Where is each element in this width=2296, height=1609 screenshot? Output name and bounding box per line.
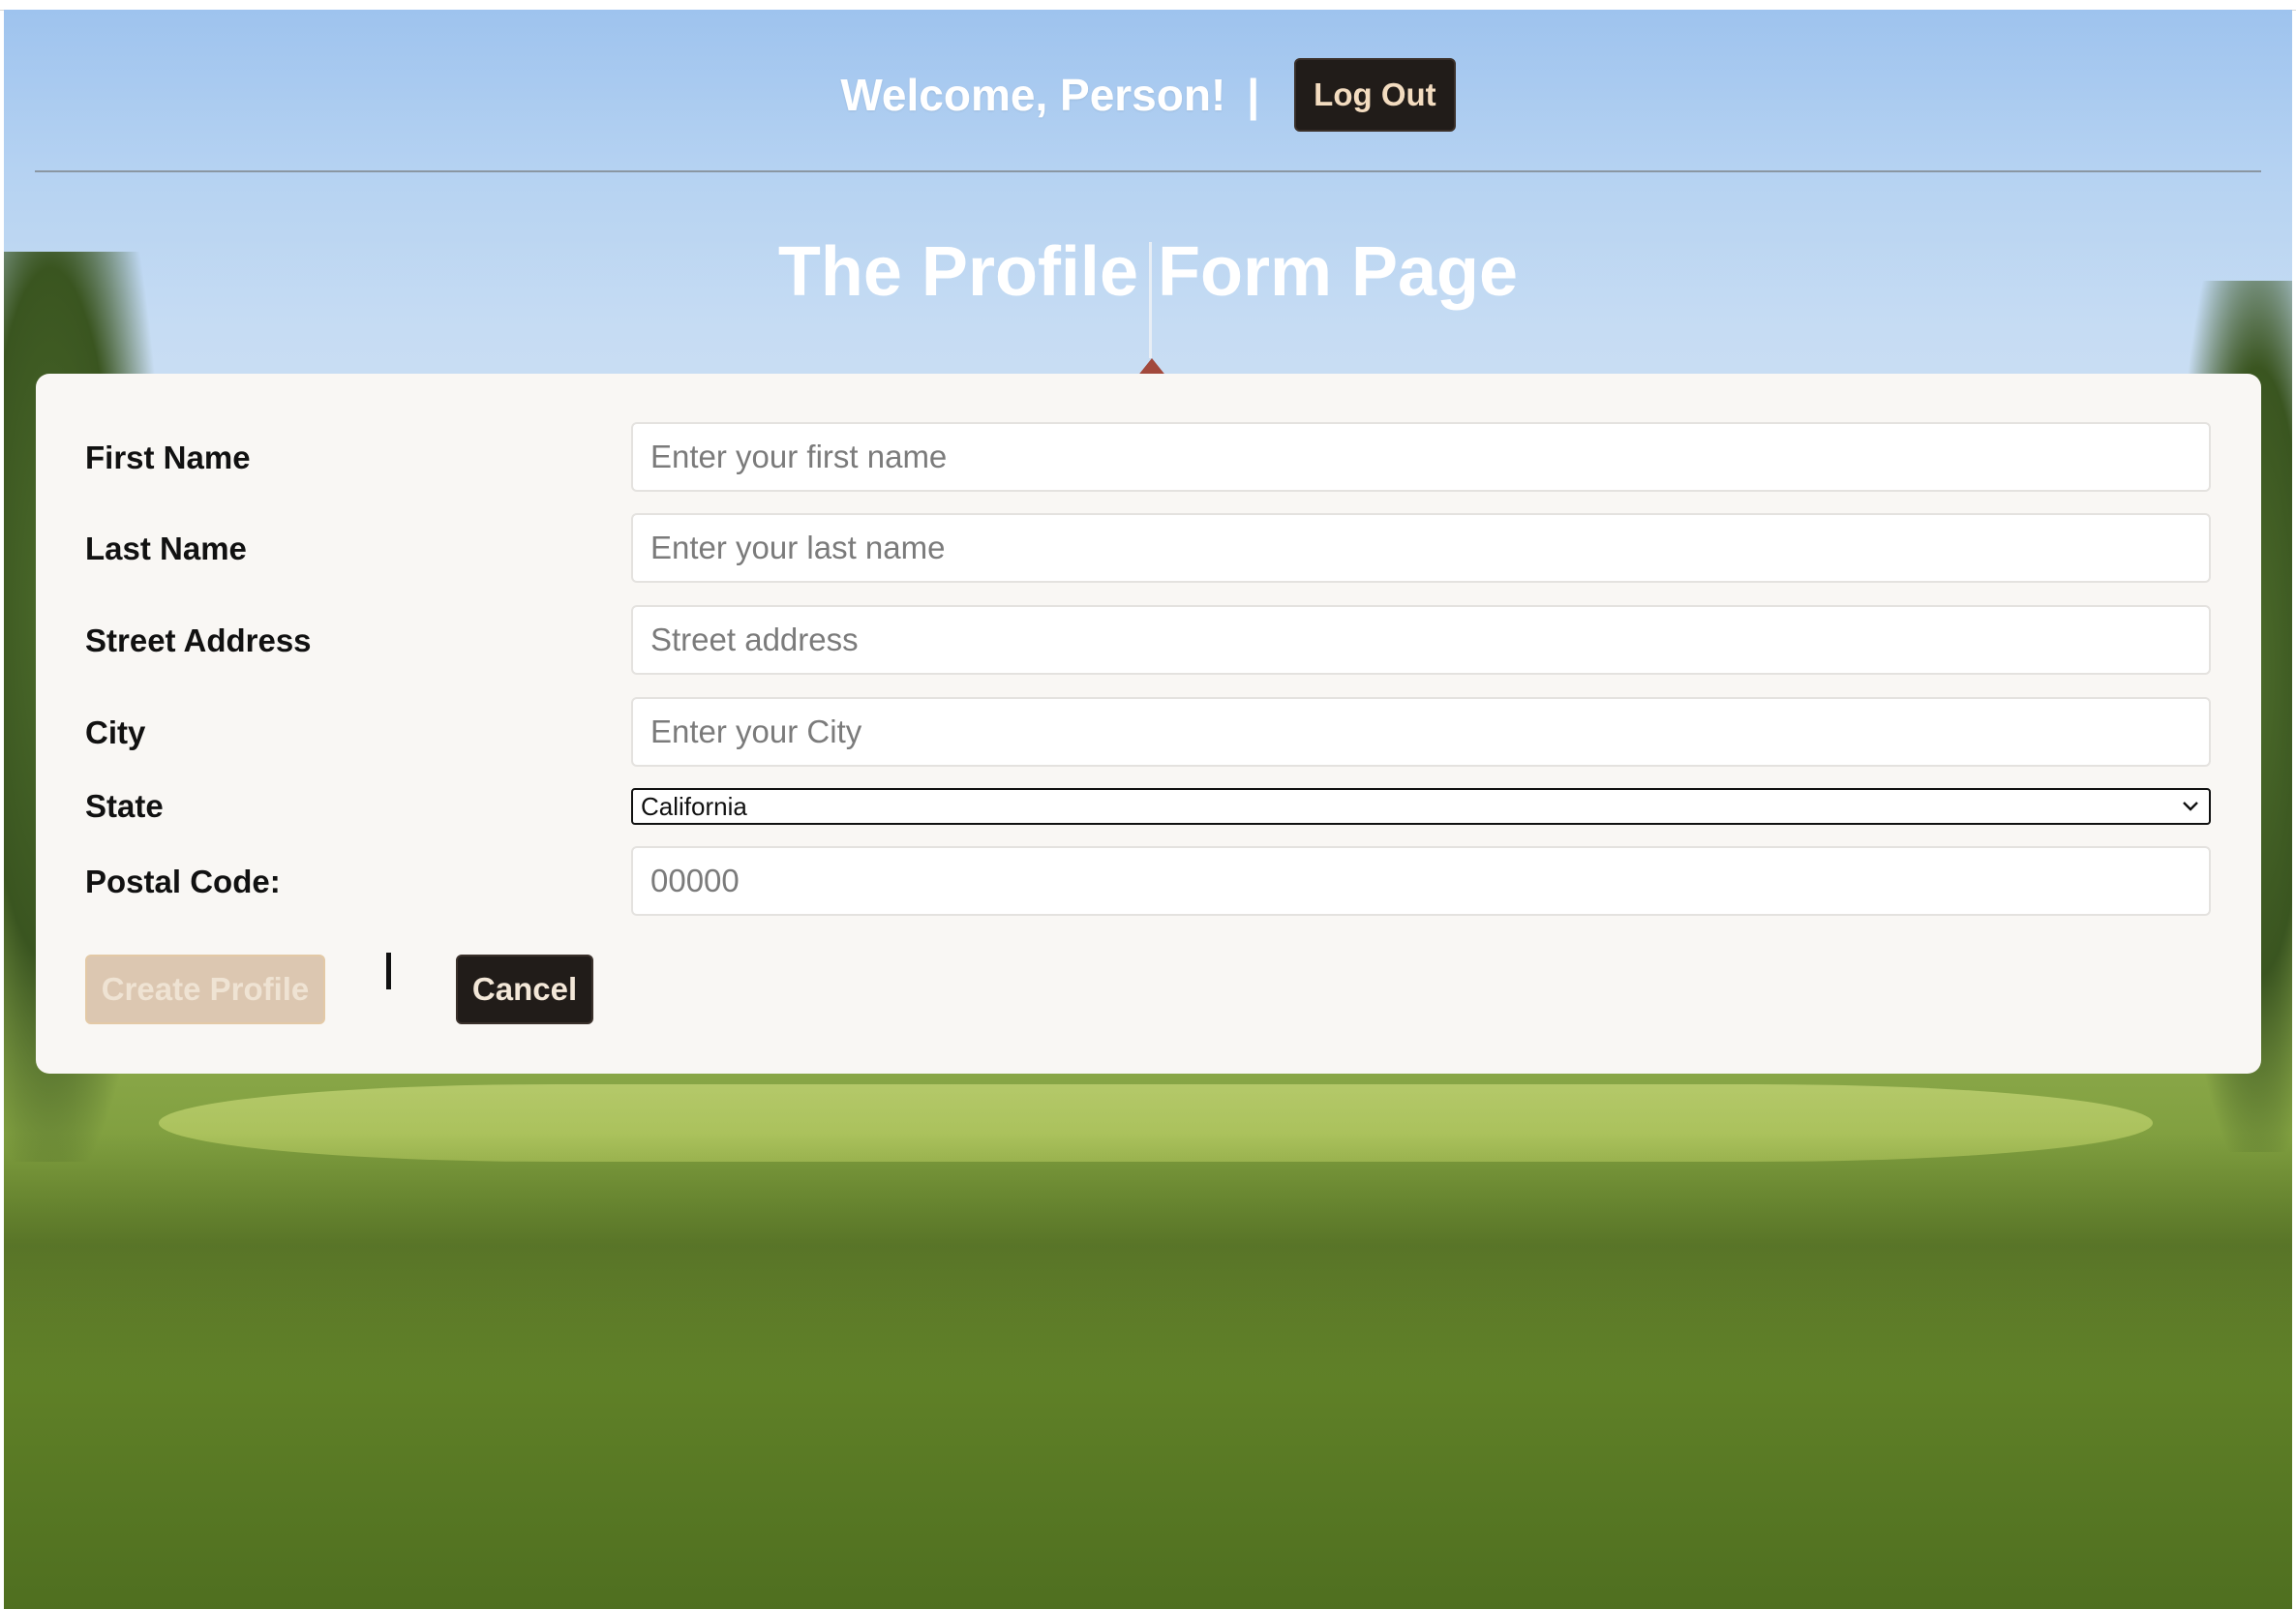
street-address-input[interactable]: Street address (631, 605, 2211, 675)
create-profile-button[interactable]: Create Profile (85, 955, 325, 1024)
state-label: State (85, 788, 164, 824)
first-name-label: First Name (85, 440, 251, 475)
header-separator: | (1247, 70, 1260, 120)
profile-form-card: First Name Enter your first name Last Na… (36, 374, 2261, 1074)
city-label: City (85, 714, 146, 750)
header-divider (35, 170, 2261, 172)
chevron-down-icon (2183, 802, 2198, 811)
state-selected-value: California (641, 791, 747, 821)
state-select[interactable]: California (631, 788, 2211, 825)
postal-code-input[interactable]: 00000 (631, 846, 2211, 916)
last-name-input[interactable]: Enter your last name (631, 513, 2211, 583)
last-name-label: Last Name (85, 531, 247, 566)
street-address-label: Street Address (85, 622, 312, 658)
page-title: The Profile Form Page (777, 233, 1519, 311)
postal-code-label: Postal Code: (85, 864, 281, 899)
lawn-shadow (4, 1133, 2292, 1384)
button-separator (386, 953, 391, 989)
cancel-button[interactable]: Cancel (456, 955, 593, 1024)
first-name-input[interactable]: Enter your first name (631, 422, 2211, 492)
city-input[interactable]: Enter your City (631, 697, 2211, 767)
logout-button[interactable]: Log Out (1294, 58, 1456, 132)
site-header: Welcome, Person! | Log Out (0, 58, 2296, 132)
welcome-text: Welcome, Person! (840, 70, 1226, 120)
